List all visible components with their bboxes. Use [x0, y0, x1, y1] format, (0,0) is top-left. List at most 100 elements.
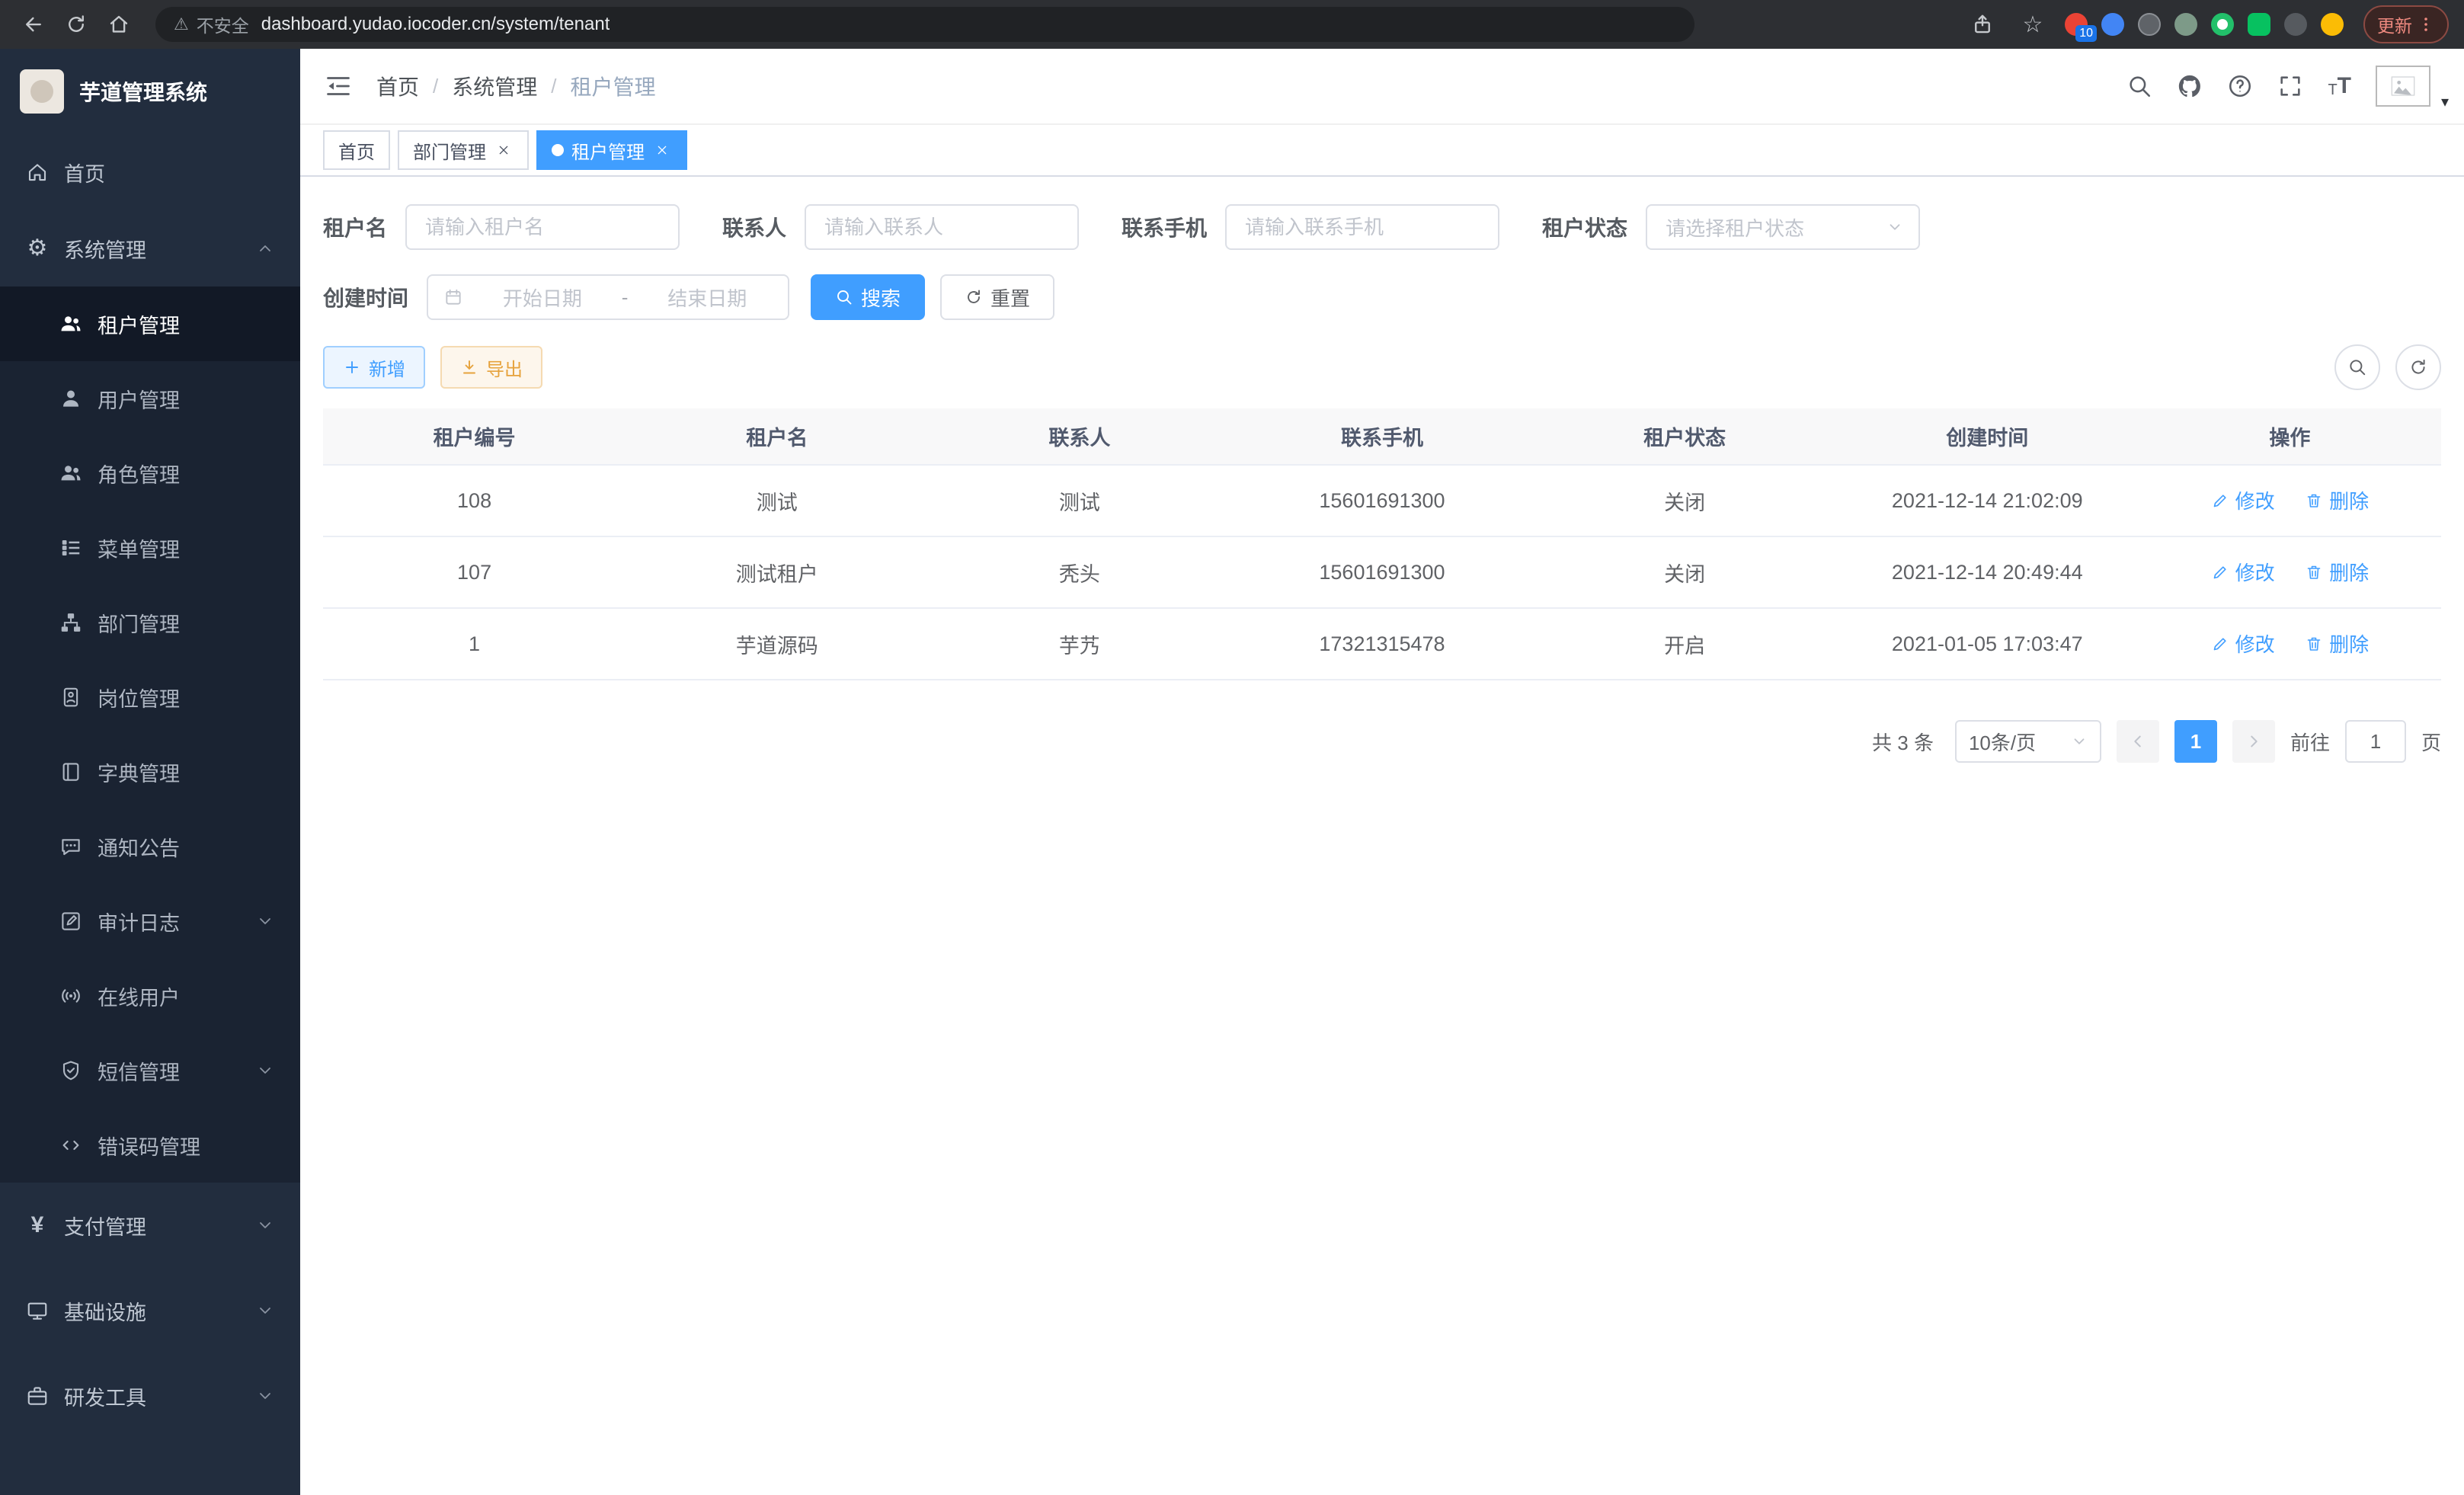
extension-icon-blue[interactable]: [2101, 13, 2124, 36]
download-icon: [460, 358, 478, 376]
cell-operations: 修改 删除: [2139, 465, 2441, 536]
extension-icon-green-ring[interactable]: [2211, 13, 2234, 36]
close-icon[interactable]: [652, 140, 672, 160]
tab-dept[interactable]: 部门管理: [398, 130, 529, 170]
sidebar-item-audit-log[interactable]: 审计日志: [0, 884, 300, 959]
user-icon: [59, 387, 82, 410]
field-label: 联系手机: [1122, 212, 1207, 242]
export-button[interactable]: 导出: [440, 346, 542, 389]
sidebar-item-notice[interactable]: 通知公告: [0, 809, 300, 884]
toggle-search-icon[interactable]: [2334, 344, 2380, 390]
reset-button[interactable]: 重置: [940, 274, 1054, 320]
sidebar-item-payment[interactable]: ¥ 支付管理: [0, 1183, 300, 1268]
search-button[interactable]: 搜索: [811, 274, 925, 320]
fullscreen-icon[interactable]: [2277, 73, 2303, 99]
font-size-small-glyph: T: [2328, 82, 2337, 98]
plus-icon: [343, 358, 361, 376]
help-icon[interactable]: [2227, 73, 2253, 99]
github-icon[interactable]: [2177, 73, 2203, 99]
search-icon: [835, 288, 853, 306]
phone-input[interactable]: [1225, 204, 1499, 250]
security-indicator[interactable]: ⚠不安全: [174, 11, 249, 37]
extension-icon-gray-green[interactable]: [2174, 13, 2197, 36]
sidebar-item-infrastructure[interactable]: 基础设施: [0, 1268, 300, 1353]
date-range-picker[interactable]: 开始日期 - 结束日期: [427, 274, 789, 320]
search-icon[interactable]: [2126, 73, 2152, 99]
sidebar-collapse-button[interactable]: [325, 72, 352, 100]
current-page-button[interactable]: 1: [2174, 720, 2217, 763]
link-label: 修改: [2235, 558, 2275, 586]
sidebar-item-label: 研发工具: [64, 1381, 241, 1411]
cell-tenant-name: 测试: [626, 465, 928, 536]
date-start-placeholder: 开始日期: [477, 283, 608, 312]
sidebar-item-dept[interactable]: 部门管理: [0, 585, 300, 660]
share-icon[interactable]: [1964, 6, 2001, 43]
sidebar-item-dev-tools[interactable]: 研发工具: [0, 1353, 300, 1439]
sidebar-item-dict[interactable]: 字典管理: [0, 735, 300, 809]
status-select[interactable]: 请选择租户状态: [1646, 204, 1920, 250]
page-size-select[interactable]: 10条/页: [1955, 720, 2101, 763]
column-header: 创建时间: [1836, 408, 2139, 465]
sidebar-item-user[interactable]: 用户管理: [0, 361, 300, 436]
button-label: 搜索: [861, 283, 901, 312]
prev-page-button[interactable]: [2117, 720, 2159, 763]
sidebar-item-post[interactable]: 岗位管理: [0, 660, 300, 735]
sidebar-item-label: 通知公告: [98, 832, 274, 862]
extension-icon-red[interactable]: 10: [2065, 13, 2088, 36]
trash-icon: [2305, 635, 2323, 653]
sidebar-item-system[interactable]: ⚙ 系统管理: [0, 210, 300, 287]
tab-tenant[interactable]: 租户管理: [536, 130, 687, 170]
delete-link[interactable]: 删除: [2305, 558, 2369, 586]
user-avatar-dropdown[interactable]: ▾: [2376, 66, 2430, 107]
sidebar-item-online-users[interactable]: 在线用户: [0, 959, 300, 1033]
edit-icon: [2211, 635, 2229, 653]
sidebar-item-menu[interactable]: 菜单管理: [0, 511, 300, 585]
sidebar-item-error-code[interactable]: 错误码管理: [0, 1108, 300, 1183]
navbar: 首页 / 系统管理 / 租户管理 TT: [300, 49, 2464, 125]
profile-avatar-icon[interactable]: [2321, 13, 2344, 36]
filter-row-2: 创建时间 开始日期 - 结束日期 搜索 重置: [323, 274, 2441, 320]
page-size-value: 10条/页: [1969, 728, 2036, 756]
address-bar[interactable]: ⚠不安全 dashboard.yudao.iocoder.cn/system/t…: [155, 7, 1694, 42]
next-page-button[interactable]: [2232, 720, 2275, 763]
sidebar-item-label: 租户管理: [98, 309, 274, 339]
add-button[interactable]: 新增: [323, 346, 425, 389]
sidebar-item-label: 审计日志: [98, 907, 241, 936]
contact-input[interactable]: [805, 204, 1079, 250]
edit-link[interactable]: 修改: [2211, 486, 2275, 514]
sidebar-item-role[interactable]: 角色管理: [0, 436, 300, 511]
back-icon[interactable]: [15, 6, 52, 43]
sidebar-item-label: 系统管理: [64, 234, 241, 264]
sidebar-item-sms[interactable]: 短信管理: [0, 1033, 300, 1108]
breadcrumb-home[interactable]: 首页: [376, 71, 419, 101]
sidebar: 芋道管理系统 首页 ⚙ 系统管理 租户管理: [0, 49, 300, 1495]
app-logo[interactable]: 芋道管理系统: [0, 49, 300, 134]
delete-link[interactable]: 删除: [2305, 486, 2369, 514]
extension-icon-puzzle[interactable]: [2284, 13, 2307, 36]
font-size-icon[interactable]: TT: [2328, 75, 2351, 98]
extension-icon-wechat[interactable]: [2248, 13, 2270, 36]
column-header: 联系手机: [1230, 408, 1533, 465]
goto-page-input[interactable]: [2345, 720, 2406, 763]
bookmark-star-icon[interactable]: ☆: [2014, 6, 2051, 43]
sidebar-menu: 首页 ⚙ 系统管理 租户管理 用户管理: [0, 134, 300, 1495]
sidebar-item-tenant[interactable]: 租户管理: [0, 287, 300, 361]
edit-link[interactable]: 修改: [2211, 629, 2275, 658]
tab-home[interactable]: 首页: [323, 130, 390, 170]
table-row: 108 测试 测试 15601691300 关闭 2021-12-14 21:0…: [323, 465, 2441, 536]
refresh-table-icon[interactable]: [2395, 344, 2441, 390]
close-icon[interactable]: [494, 140, 514, 160]
breadcrumb-system[interactable]: 系统管理: [452, 71, 537, 101]
edit-link[interactable]: 修改: [2211, 558, 2275, 586]
column-header: 租户编号: [323, 408, 626, 465]
refresh-icon[interactable]: [58, 6, 94, 43]
caret-down-icon: ▾: [2441, 92, 2449, 111]
home-icon[interactable]: [101, 6, 137, 43]
chevron-down-icon: [256, 1061, 274, 1080]
browser-update-button[interactable]: 更新: [2363, 5, 2449, 43]
tenant-name-input[interactable]: [405, 204, 680, 250]
delete-link[interactable]: 删除: [2305, 629, 2369, 658]
extension-icon-globe[interactable]: [2138, 13, 2161, 36]
toolbox-icon: [26, 1385, 49, 1407]
sidebar-item-home[interactable]: 首页: [0, 134, 300, 210]
